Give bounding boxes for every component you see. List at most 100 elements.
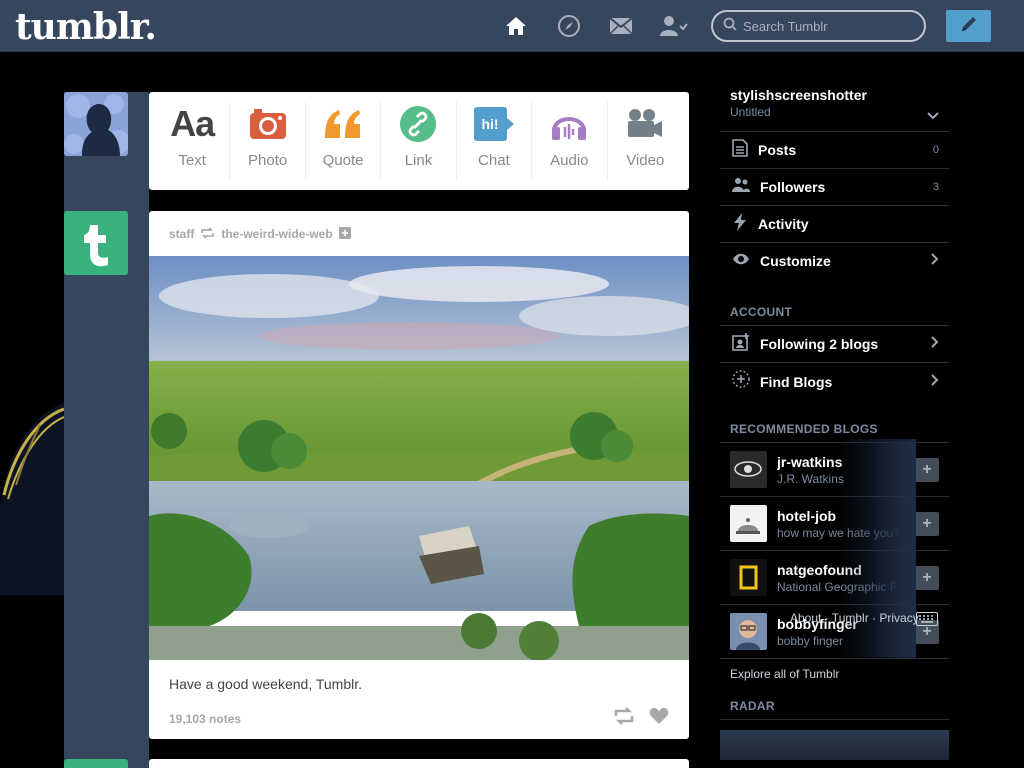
sidebar-item-activity[interactable]: Activity (720, 205, 949, 242)
post-type-video-button[interactable]: Video (608, 102, 683, 180)
blog-thumbnail (730, 559, 767, 596)
text-fade (870, 551, 915, 604)
reblog-icon[interactable] (613, 707, 635, 730)
chevron-right-icon (931, 335, 939, 353)
blog-name: stylishscreenshotter (730, 87, 867, 103)
post-type-label: Link (404, 152, 433, 169)
next-post-avatar[interactable] (64, 759, 128, 768)
post-type-label: Video (626, 152, 665, 169)
like-heart-icon[interactable] (649, 707, 669, 730)
plus-icon: + (922, 569, 932, 586)
sidebar-item-label: Posts (758, 142, 797, 158)
follow-blog-button[interactable]: + (915, 566, 939, 590)
next-post (149, 759, 689, 768)
account-section-header: ACCOUNT (720, 305, 949, 326)
keyboard-icon[interactable] (916, 612, 938, 631)
recommended-blog-item[interactable]: natgeofound National Geographic F + (720, 551, 949, 605)
activity-bolt-icon (732, 212, 748, 236)
find-blogs-icon (732, 370, 750, 393)
posts-icon (732, 138, 748, 162)
sidebar-item-label: Find Blogs (760, 373, 833, 390)
sidebar-item-customize[interactable]: Customize (720, 242, 949, 279)
recommended-blog-item[interactable]: jr-watkins J.R. Watkins + (720, 443, 949, 497)
post-type-label: Audio (550, 152, 589, 169)
inbox-mail-icon[interactable] (609, 14, 633, 38)
post-actions (613, 707, 669, 730)
chevron-right-icon (931, 373, 939, 391)
blog-title: Untitled (730, 105, 771, 119)
link-icon (381, 102, 455, 146)
post-type-link-button[interactable]: Link (381, 102, 457, 180)
search-input[interactable] (743, 18, 913, 34)
sidebar-item-label: Activity (758, 216, 809, 232)
plus-icon: + (922, 515, 932, 532)
search-bar[interactable] (711, 10, 926, 42)
sidebar-item-posts[interactable]: Posts 0 (720, 131, 949, 168)
following-icon (732, 332, 750, 356)
post-header: staff the-weird-wide-web (149, 211, 689, 256)
headphones-icon (532, 102, 606, 146)
home-icon[interactable] (504, 14, 528, 38)
recommended-section-header: RECOMMENDED BLOGS (720, 422, 949, 443)
post-author-avatar[interactable] (64, 211, 128, 275)
tumblr-logo[interactable]: tumblr. (15, 6, 157, 48)
text-aa-icon: Aa (170, 103, 215, 144)
sidebar-item-following[interactable]: Following 2 blogs (720, 326, 949, 363)
followers-count: 3 (932, 181, 939, 193)
sidebar-item-label: Following 2 blogs (760, 336, 879, 352)
post-type-chat-button[interactable]: hi! Chat (457, 102, 533, 180)
chat-icon: hi! (457, 102, 531, 146)
quote-icon (306, 102, 380, 146)
sidebar-item-label: Customize (760, 253, 831, 269)
video-camera-icon (608, 102, 683, 146)
post-type-label: Text (178, 152, 206, 169)
post-type-label: Chat (478, 152, 510, 169)
account-icon[interactable] (660, 14, 688, 38)
recommended-blog-item[interactable]: hotel-job how may we hate you? + (720, 497, 949, 551)
follow-plus-icon[interactable] (338, 227, 351, 242)
reblogged-from-link[interactable]: the-weird-wide-web (221, 227, 332, 241)
camera-icon (230, 102, 304, 146)
dashboard-post: staff the-weird-wide-web Have a good wee… (149, 211, 689, 739)
blog-selector[interactable]: stylishscreenshotter Untitled (720, 87, 949, 131)
explore-tumblr-link[interactable]: Explore all of Tumblr (720, 659, 949, 693)
radar-section-header: RADAR (720, 699, 949, 720)
post-type-text-button[interactable]: Aa Text (155, 102, 231, 180)
blog-thumbnail (730, 505, 767, 542)
user-avatar[interactable] (64, 92, 128, 156)
top-nav-bar: tumblr. (0, 0, 1024, 52)
chevron-down-icon (927, 107, 939, 125)
post-notes-count[interactable]: 19,103 notes (169, 712, 241, 726)
post-footer: 19,103 notes (169, 707, 669, 730)
blog-thumbnail (730, 451, 767, 488)
sidebar-item-label: Followers (760, 179, 826, 195)
post-type-quote-button[interactable]: Quote (306, 102, 382, 180)
post-author-link[interactable]: staff (169, 227, 194, 241)
follow-blog-button[interactable]: + (915, 512, 939, 536)
explore-compass-icon[interactable] (557, 14, 581, 38)
post-type-bar: Aa Text Photo Quote Link hi! Chat Audio (149, 92, 689, 190)
post-photo[interactable] (149, 256, 689, 660)
footer-links[interactable]: About · Tumblr · Privacy (790, 611, 919, 625)
reblog-small-icon (200, 227, 215, 242)
compose-post-button[interactable] (946, 10, 991, 42)
right-sidebar: stylishscreenshotter Untitled Posts 0 Fo… (720, 82, 949, 760)
post-type-label: Quote (322, 152, 364, 169)
posts-count: 0 (932, 144, 939, 156)
chevron-right-icon (931, 252, 939, 270)
blog-thumbnail (730, 613, 767, 650)
sidebar-item-find-blogs[interactable]: Find Blogs (720, 363, 949, 400)
plus-icon: + (922, 461, 932, 478)
post-type-photo-button[interactable]: Photo (230, 102, 306, 180)
pencil-icon (959, 14, 979, 39)
text-fade (870, 443, 915, 496)
post-type-audio-button[interactable]: Audio (532, 102, 608, 180)
background-decoration (0, 403, 64, 595)
followers-icon (732, 177, 750, 198)
follow-blog-button[interactable]: + (915, 458, 939, 482)
sidebar-item-followers[interactable]: Followers 3 (720, 168, 949, 205)
dashboard-left-strip (64, 92, 149, 768)
svg-text:hi!: hi! (481, 116, 498, 132)
customize-eye-icon (732, 252, 750, 270)
radar-post-preview[interactable] (720, 730, 949, 760)
